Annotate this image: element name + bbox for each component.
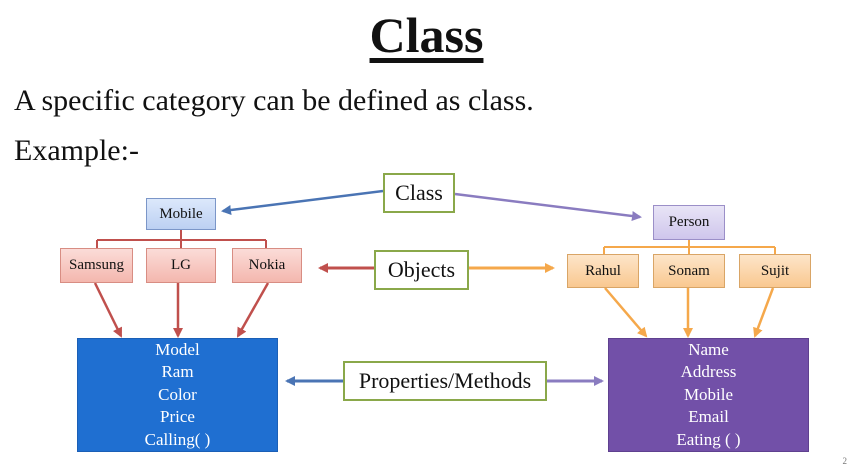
tree-person-objects: [603, 240, 776, 254]
person-property: Mobile: [683, 384, 734, 404]
mobile-method: Calling( ): [144, 429, 211, 449]
mobile-property: Model: [155, 339, 200, 359]
person-property: Name: [688, 339, 729, 359]
object-nokia-box: Nokia: [232, 248, 302, 283]
objects-label: Objects: [374, 250, 469, 290]
mobile-property: Ram: [161, 362, 194, 382]
mobile-property: Price: [160, 407, 195, 427]
tree-mobile-objects: [96, 230, 267, 248]
person-property: Email: [688, 407, 729, 427]
object-samsung-box: Samsung: [60, 248, 133, 283]
arrow-rahul-props: [604, 287, 648, 338]
arrow-samsung-props: [93, 282, 123, 338]
mobile-property: Color: [158, 384, 197, 404]
page-number: 2: [842, 456, 848, 466]
class-person-box: Person: [653, 205, 725, 240]
class-label: Class: [383, 173, 455, 213]
object-sonam-box: Sonam: [653, 254, 725, 288]
class-mobile-box: Mobile: [146, 198, 216, 230]
properties-label: Properties/Methods: [343, 361, 547, 401]
person-properties-box: Name Address Mobile Email Eating ( ): [608, 338, 809, 452]
arrow-nokia-props: [236, 282, 270, 338]
object-rahul-box: Rahul: [567, 254, 639, 288]
arrow-class-to-mobile: [221, 189, 384, 215]
person-property: Address: [680, 362, 737, 382]
arrow-sujit-props: [753, 287, 775, 338]
person-method: Eating ( ): [676, 429, 741, 449]
object-lg-box: LG: [146, 248, 216, 283]
arrow-class-to-person: [454, 192, 642, 221]
mobile-properties-box: Model Ram Color Price Calling( ): [77, 338, 278, 452]
object-sujit-box: Sujit: [739, 254, 811, 288]
